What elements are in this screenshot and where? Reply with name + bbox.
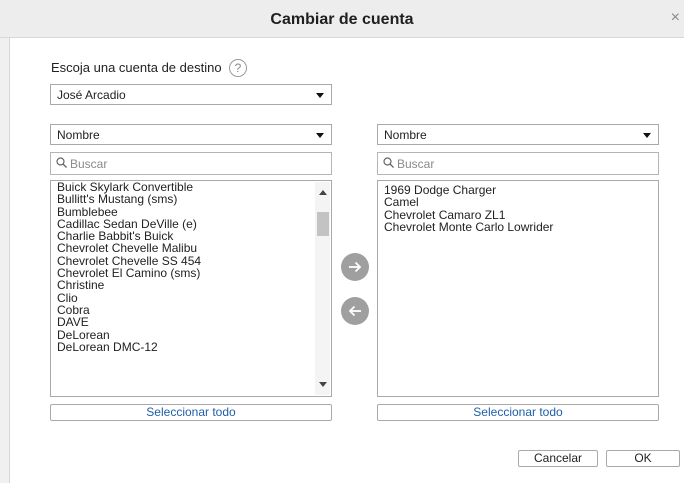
chevron-down-icon	[316, 93, 324, 98]
right-account-list[interactable]: 1969 Dodge Charger Camel Chevrolet Camaro …	[377, 180, 659, 397]
list-item[interactable]: Bullitt's Mustang (sms)	[57, 193, 313, 205]
list-item[interactable]: Cadillac Sedan DeVille (e)	[57, 218, 313, 230]
scroll-thumb[interactable]	[317, 212, 329, 236]
list-item[interactable]: Chevrolet Chevelle Malibu	[57, 242, 313, 254]
list-item[interactable]: Chevrolet El Camino (sms)	[57, 267, 313, 279]
list-item[interactable]: 1969 Dodge Charger	[384, 184, 640, 196]
search-icon	[56, 157, 67, 171]
list-item[interactable]: DAVE	[57, 316, 313, 328]
scroll-up-icon[interactable]	[319, 190, 327, 195]
list-item[interactable]: DeLorean DMC-12	[57, 341, 313, 353]
right-list-items: 1969 Dodge Charger Camel Chevrolet Camaro …	[384, 184, 640, 233]
list-item[interactable]: Buick Skylark Convertible	[57, 181, 313, 193]
cancel-button[interactable]: Cancelar	[518, 450, 598, 467]
list-item[interactable]: Clio	[57, 292, 313, 304]
help-icon[interactable]: ?	[229, 59, 247, 77]
dialog-titlebar: Cambiar de cuenta ×	[0, 0, 684, 38]
list-item[interactable]: Cobra	[57, 304, 313, 316]
dialog-title: Cambiar de cuenta	[270, 11, 414, 28]
search-icon	[383, 157, 394, 171]
list-item[interactable]: Charlie Babbit's Buick	[57, 230, 313, 242]
right-search-input[interactable]: Buscar	[377, 152, 659, 175]
destination-account-select[interactable]: José Arcadio	[50, 84, 332, 105]
scroll-down-icon[interactable]	[319, 382, 327, 387]
list-item[interactable]: Christine	[57, 279, 313, 291]
left-sort-value: Nombre	[57, 128, 100, 142]
ok-button[interactable]: OK	[606, 450, 680, 467]
list-item[interactable]: Camel	[384, 196, 640, 208]
move-right-button[interactable]	[341, 253, 369, 281]
list-item[interactable]: Chevrolet Chevelle SS 454	[57, 255, 313, 267]
left-sort-select[interactable]: Nombre	[50, 124, 332, 145]
right-sort-select[interactable]: Nombre	[377, 124, 659, 145]
right-search-placeholder: Buscar	[397, 157, 435, 171]
left-search-placeholder: Buscar	[70, 157, 108, 171]
list-item[interactable]: DeLorean	[57, 329, 313, 341]
left-account-list[interactable]: Buick Skylark Convertible Bullitt's Musta…	[50, 180, 332, 397]
close-icon[interactable]: ×	[671, 10, 680, 26]
destination-label: Escoja una cuenta de destino	[51, 60, 222, 75]
list-item[interactable]: Bumblebee	[57, 206, 313, 218]
left-edge	[0, 38, 10, 483]
chevron-down-icon	[643, 133, 651, 138]
destination-account-value: José Arcadio	[57, 88, 126, 102]
chevron-down-icon	[316, 133, 324, 138]
right-select-all-button[interactable]: Seleccionar todo	[377, 404, 659, 421]
list-item[interactable]: Chevrolet Monte Carlo Lowrider	[384, 221, 640, 233]
list-item[interactable]: Chevrolet Camaro ZL1	[384, 209, 640, 221]
move-left-button[interactable]	[341, 297, 369, 325]
right-sort-value: Nombre	[384, 128, 427, 142]
left-search-input[interactable]: Buscar	[50, 152, 332, 175]
left-list-items: Buick Skylark Convertible Bullitt's Musta…	[57, 181, 313, 353]
left-select-all-button[interactable]: Seleccionar todo	[50, 404, 332, 421]
left-scrollbar[interactable]	[315, 182, 330, 395]
